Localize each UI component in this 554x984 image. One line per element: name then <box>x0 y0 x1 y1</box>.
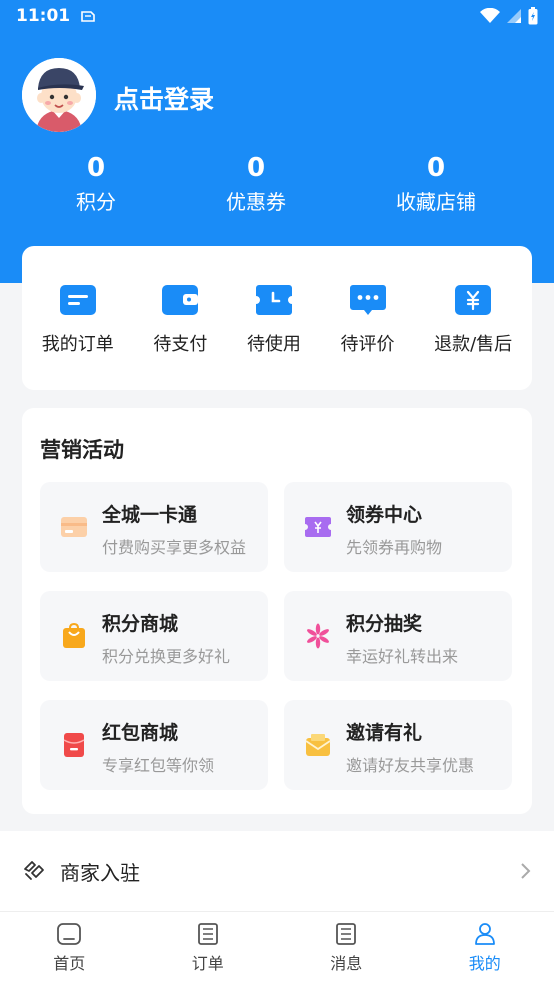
marketing-item-city-card[interactable]: 全城一卡通 付费购买享更多权益 <box>40 482 268 572</box>
order-pending-payment-button[interactable]: 待支付 <box>153 284 207 356</box>
handshake-icon <box>24 861 44 880</box>
stat-label: 收藏店铺 <box>396 190 476 214</box>
tab-home[interactable]: 首页 <box>0 912 139 984</box>
stat-points[interactable]: 0 积分 <box>36 152 156 220</box>
login-link[interactable]: 点击登录 <box>114 80 214 116</box>
marketing-item-name: 积分抽奖 <box>346 613 423 635</box>
marketing-item-coupon-center[interactable]: 领券中心 先领券再购物 <box>284 482 512 572</box>
order-label: 待支付 <box>153 334 208 355</box>
stat-value: 0 <box>246 153 266 183</box>
wallet-icon <box>162 285 199 315</box>
notification-icon <box>81 11 95 22</box>
avatar[interactable] <box>22 58 96 132</box>
marketing-item-invite-gift[interactable]: 邀请有礼 邀请好友共享优惠 <box>284 700 512 790</box>
section-title: 营销活动 <box>40 438 124 462</box>
stat-label: 优惠券 <box>226 190 286 214</box>
marketing-item-name: 领券中心 <box>346 504 423 526</box>
order-all-button[interactable]: 我的订单 <box>42 284 114 356</box>
order-list-icon <box>59 285 96 315</box>
marketing-section: 营销活动 全城一卡通 付费购买享更多权益 领券中心 先领券再购物 积分商城 积分… <box>22 408 532 814</box>
tab-label: 首页 <box>53 954 86 973</box>
pinwheel-icon <box>307 623 329 649</box>
card-icon <box>61 517 87 537</box>
bottom-tab-bar: 首页 订单 消息 我的 <box>0 911 554 984</box>
marketing-item-desc: 积分兑换更多好礼 <box>102 647 231 666</box>
marketing-item-points-lottery[interactable]: 积分抽奖 幸运好礼转出来 <box>284 591 512 681</box>
tab-messages[interactable]: 消息 <box>277 912 416 984</box>
tab-label: 我的 <box>468 954 501 973</box>
marketing-item-points-mall[interactable]: 积分商城 积分兑换更多好礼 <box>40 591 268 681</box>
marketing-item-desc: 专享红包等你领 <box>102 756 215 775</box>
order-label: 待使用 <box>246 334 301 355</box>
stat-value: 0 <box>426 153 446 183</box>
tab-orders[interactable]: 订单 <box>139 912 278 984</box>
order-to-use-button[interactable]: 待使用 <box>247 284 301 356</box>
stat-value: 0 <box>86 153 106 183</box>
signal-icon <box>507 9 521 23</box>
stat-label: 积分 <box>76 190 116 214</box>
tab-label: 消息 <box>330 954 363 973</box>
marketing-item-desc: 邀请好友共享优惠 <box>346 756 475 775</box>
stat-coupons[interactable]: 0 优惠券 <box>196 152 316 220</box>
envelope-icon <box>305 734 331 756</box>
order-to-review-button[interactable]: 待评价 <box>341 284 395 356</box>
comment-icon <box>349 285 386 315</box>
status-time: 11:01 <box>16 6 71 26</box>
order-label: 退款/售后 <box>434 334 513 355</box>
marketing-item-name: 全城一卡通 <box>102 504 198 526</box>
marketing-item-desc: 先领券再购物 <box>346 538 443 557</box>
avatar-image <box>22 58 96 132</box>
order-label: 待评价 <box>340 334 395 355</box>
coupon-icon <box>305 517 331 537</box>
status-bar: 11:01 <box>0 0 554 32</box>
marketing-item-name: 积分商城 <box>102 613 179 635</box>
order-label: 我的订单 <box>41 334 114 355</box>
merchant-join-row[interactable]: 商家入驻 <box>0 831 554 911</box>
bag-icon <box>63 623 85 648</box>
marketing-item-desc: 幸运好礼转出来 <box>346 647 459 666</box>
user-icon <box>474 923 495 945</box>
merchant-join-label: 商家入驻 <box>60 860 140 885</box>
orders-card: 我的订单 待支付 待使用 待评价 退款/售后 <box>22 246 532 390</box>
marketing-item-name: 红包商城 <box>102 722 179 744</box>
home-icon <box>57 923 82 945</box>
tab-profile[interactable]: 我的 <box>416 912 554 984</box>
refund-icon <box>455 285 492 315</box>
message-icon <box>336 923 357 945</box>
red-packet-icon <box>63 733 85 757</box>
battery-icon <box>528 7 538 25</box>
marketing-item-desc: 付费购买享更多权益 <box>102 538 247 557</box>
order-refund-button[interactable]: 退款/售后 <box>434 284 512 356</box>
tab-label: 订单 <box>191 954 224 973</box>
chevron-right-icon <box>521 863 531 879</box>
stat-favorite-shops[interactable]: 0 收藏店铺 <box>376 152 496 220</box>
profile-header: 11:01 点击登录 0 积分 0 优惠券 0 收藏店铺 <box>0 0 554 283</box>
order-icon <box>197 923 218 945</box>
wifi-icon <box>480 8 500 23</box>
marketing-item-name: 邀请有礼 <box>346 722 423 744</box>
ticket-icon <box>255 285 292 315</box>
marketing-item-red-packet-mall[interactable]: 红包商城 专享红包等你领 <box>40 700 268 790</box>
